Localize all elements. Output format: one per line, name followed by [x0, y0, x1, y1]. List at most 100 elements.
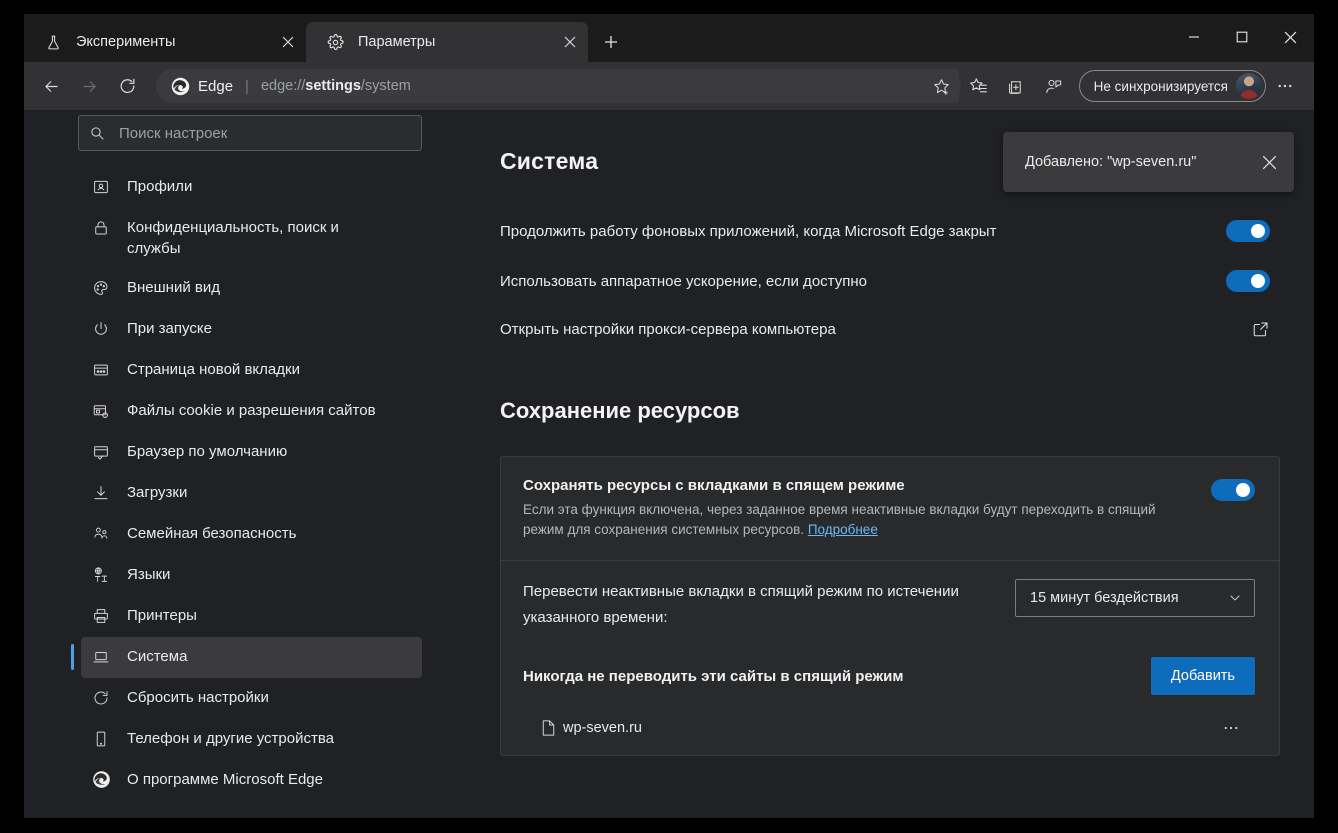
sleep-timer-section: Перевести неактивные вкладки в спящий ре…: [501, 561, 1279, 755]
sidebar-item-label: Файлы cookie и разрешения сайтов: [127, 402, 376, 419]
star-plus-icon[interactable]: [924, 69, 959, 103]
setting-label: Продолжить работу фоновых приложений, ко…: [500, 222, 997, 240]
sleeping-tabs-row: Сохранять ресурсы с вкладками в спящем р…: [523, 477, 1255, 540]
sidebar-item-languages[interactable]: Языки: [81, 555, 422, 596]
default-browser-icon: [91, 441, 111, 462]
site-info: wp-seven.ru: [541, 719, 642, 737]
sync-status-button[interactable]: Не синхронизируется: [1078, 70, 1266, 102]
reset-icon: [91, 687, 111, 708]
sidebar-item-label: Система: [127, 648, 188, 665]
resource-saving-card: Сохранять ресурсы с вкладками в спящем р…: [500, 456, 1280, 756]
sidebar-item-label: Внешний вид: [127, 279, 220, 296]
sidebar-item-phone[interactable]: Телефон и другие устройства: [81, 719, 422, 760]
sidebar-item-familysafety[interactable]: Семейная безопасность: [81, 514, 422, 555]
sidebar-item-system[interactable]: Система: [71, 637, 422, 678]
sidebar-item-reset[interactable]: Сбросить настройки: [81, 678, 422, 719]
flask-icon: [44, 33, 62, 51]
never-sleep-label: Никогда не переводить эти сайты в спящий…: [523, 667, 904, 685]
collections-icon[interactable]: [999, 69, 1033, 103]
search-icon: [89, 125, 107, 141]
search-box[interactable]: [78, 115, 422, 151]
sidebar-item-printers[interactable]: Принтеры: [81, 596, 422, 637]
sidebar-item-about[interactable]: О программе Microsoft Edge: [81, 760, 422, 801]
setting-label: Открыть настройки прокси-сервера компьют…: [500, 320, 836, 338]
external-link-icon[interactable]: [1252, 320, 1270, 338]
sidebar-item-newtabpage[interactable]: Страница новой вкладки: [81, 350, 422, 391]
toast-message: Добавлено: "wp-seven.ru": [1025, 154, 1197, 170]
sidebar-item-privacy[interactable]: Конфиденциальность, поиск и службы: [81, 208, 422, 268]
download-icon: [91, 482, 111, 503]
settings-main-pane: Система Продолжить работу фоновых прилож…: [436, 110, 1314, 818]
toggle-knob: [1236, 483, 1250, 497]
hardware-acceleration-toggle[interactable]: [1226, 270, 1270, 292]
browser-toolbar: Edge | edge://settings/system Не синхрон…: [24, 62, 1314, 110]
laptop-icon: [91, 646, 111, 667]
learn-more-link[interactable]: Подробнее: [808, 522, 878, 537]
tab-close-button[interactable]: [556, 28, 584, 56]
toast-close-button[interactable]: [1254, 147, 1284, 177]
sidebar-item-label: Страница новой вкладки: [127, 361, 300, 378]
address-bar[interactable]: Edge | edge://settings/system: [156, 69, 961, 103]
maximize-button[interactable]: [1218, 14, 1266, 60]
sidebar-item-profiles[interactable]: Профили: [81, 167, 422, 208]
notification-toast: Добавлено: "wp-seven.ru": [1003, 132, 1294, 192]
tab-title: Эксперименты: [76, 34, 176, 50]
window-controls: [1170, 14, 1314, 60]
sleeping-tabs-toggle[interactable]: [1211, 479, 1255, 501]
tab-experiments[interactable]: Эксперименты: [24, 22, 306, 62]
sidebar-item-label: Телефон и другие устройства: [127, 730, 335, 747]
new-tab-button[interactable]: [594, 25, 628, 59]
sidebar-item-label: Языки: [127, 566, 171, 583]
sidebar-item-defaultbrowser[interactable]: Браузер по умолчанию: [81, 432, 422, 473]
back-arrow-icon[interactable]: [34, 69, 68, 103]
sidebar-item-label: Профили: [127, 178, 193, 195]
background-apps-toggle[interactable]: [1226, 220, 1270, 242]
sync-status-label: Не синхронизируется: [1093, 78, 1228, 94]
setting-row-proxy-settings[interactable]: Открыть настройки прокси-сервера компьют…: [500, 320, 1280, 338]
profile-card-icon: [91, 176, 111, 197]
add-site-button[interactable]: Добавить: [1150, 657, 1255, 695]
never-sleep-row: Никогда не переводить эти сайты в спящий…: [523, 657, 1255, 695]
sidebar-item-label: Конфиденциальность, поиск и службы: [127, 219, 339, 257]
edge-logo-icon: [170, 76, 190, 96]
sidebar-item-appearance[interactable]: Внешний вид: [81, 268, 422, 309]
sidebar-item-label: Принтеры: [127, 607, 197, 624]
sidebar-item-startup[interactable]: При запуске: [81, 309, 422, 350]
site-list-item[interactable]: wp-seven.ru: [523, 711, 1255, 745]
url-suffix: /system: [360, 78, 411, 94]
sleeping-tabs-title: Сохранять ресурсы с вкладками в спящем р…: [523, 477, 905, 494]
languages-icon: [91, 564, 111, 585]
ellipsis-icon[interactable]: [1268, 69, 1302, 103]
search-input[interactable]: [119, 124, 411, 142]
favorites-list-icon[interactable]: [961, 69, 995, 103]
toggle-knob: [1251, 224, 1265, 238]
sidebar-item-cookies[interactable]: Файлы cookie и разрешения сайтов: [81, 391, 422, 432]
settings-nav-list: Профили Конфиденциальность, поиск и служ…: [24, 161, 436, 801]
document-icon: [541, 719, 556, 737]
url-bold: settings: [305, 78, 361, 94]
sleep-timer-dropdown[interactable]: 15 минут бездействия: [1015, 579, 1255, 617]
sleeping-tabs-description: Если эта функция включена, через заданно…: [523, 500, 1163, 540]
tab-settings[interactable]: Параметры: [306, 22, 588, 62]
reload-icon[interactable]: [110, 69, 144, 103]
new-tab-page-icon: [91, 359, 111, 380]
forward-arrow-icon[interactable]: [72, 69, 106, 103]
setting-row-background-apps: Продолжить работу фоновых приложений, ко…: [500, 220, 1280, 242]
profile-feedback-icon[interactable]: [1037, 69, 1071, 103]
sidebar-item-label: Сбросить настройки: [127, 689, 269, 706]
site-overflow-menu-icon[interactable]: [1221, 719, 1241, 737]
minimize-button[interactable]: [1170, 14, 1218, 60]
sidebar-item-downloads[interactable]: Загрузки: [81, 473, 422, 514]
cookie-permissions-icon: [91, 400, 111, 421]
tab-close-button[interactable]: [274, 28, 302, 56]
site-name: wp-seven.ru: [563, 720, 642, 736]
sleep-timer-value: 15 минут бездействия: [1030, 590, 1179, 606]
tab-bar: Эксперименты Параметры: [24, 14, 1314, 62]
close-button[interactable]: [1266, 14, 1314, 60]
section-title-resource-saving: Сохранение ресурсов: [500, 398, 740, 423]
sidebar-item-label: Семейная безопасность: [127, 525, 297, 542]
printer-icon: [91, 605, 111, 626]
settings-sidebar: Профили Конфиденциальность, поиск и служ…: [24, 110, 436, 818]
tab-title: Параметры: [358, 34, 436, 50]
edge-logo-icon: [91, 769, 111, 790]
